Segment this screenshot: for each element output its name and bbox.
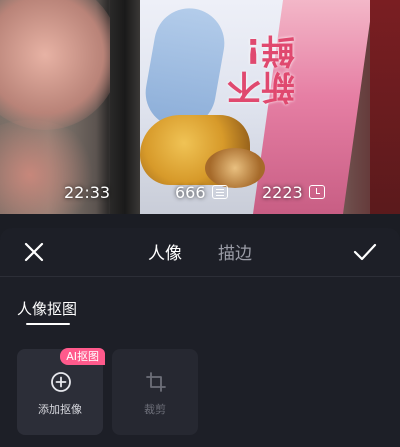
panel-header: 人像 描边 [0, 228, 400, 276]
list-value: 666 [175, 182, 206, 202]
photo-figure [205, 148, 265, 188]
photo-region [0, 0, 120, 130]
close-icon [24, 242, 44, 262]
section-title[interactable]: 人像抠图 [17, 298, 77, 319]
photo-region [110, 0, 140, 214]
add-cutout-button[interactable]: AI抠图 添加抠像 [17, 348, 105, 435]
crop-icon [146, 372, 166, 392]
photo-region [370, 0, 400, 214]
section-underline [26, 323, 70, 325]
list-icon [211, 185, 228, 199]
list-readout: 666 [175, 182, 228, 202]
confirm-button[interactable] [352, 240, 378, 264]
close-button[interactable] [22, 240, 46, 264]
tab-outline[interactable]: 描边 [218, 239, 252, 264]
check-icon [353, 243, 377, 261]
tab-portrait[interactable]: 人像 [148, 239, 182, 264]
photo-print-text: 新不 鲜! [227, 30, 295, 106]
crop-button[interactable]: 裁剪 [112, 349, 198, 435]
time-readout: 22:33 [64, 182, 111, 202]
add-cutout-label: 添加抠像 [38, 403, 82, 416]
edit-panel: 人像 描边 人像抠图 AI抠图 添加抠像 裁剪 [0, 228, 400, 447]
clock-icon [308, 185, 325, 199]
image-preview: 新不 鲜! 22:33 666 2223 [0, 0, 400, 214]
time-value: 22:33 [64, 182, 111, 202]
header-divider [0, 276, 400, 277]
crop-label: 裁剪 [144, 403, 166, 416]
clock-readout: 2223 [262, 182, 325, 202]
ai-cutout-badge: AI抠图 [60, 348, 105, 365]
clock-value: 2223 [262, 182, 303, 202]
add-circle-icon [51, 372, 71, 392]
